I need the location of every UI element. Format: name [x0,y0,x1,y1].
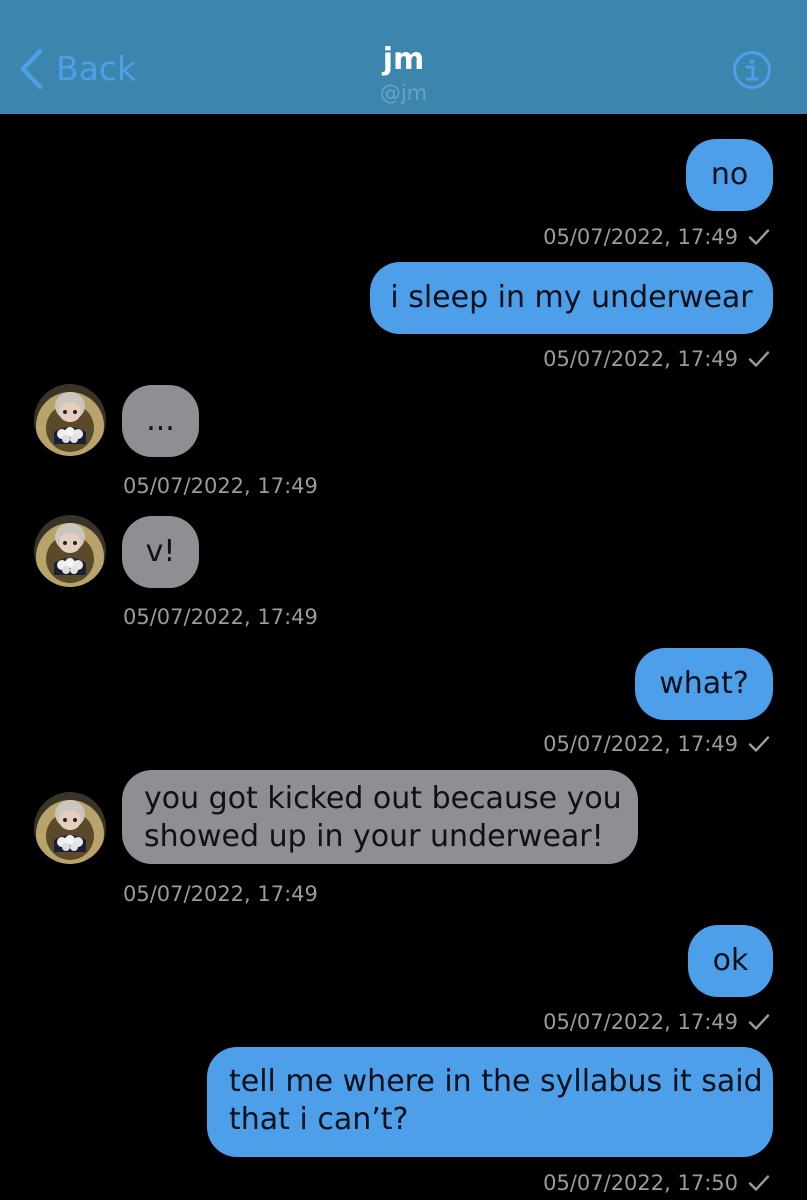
message-text-line: you got kicked out because you [144,781,622,816]
outgoing-message-bubble[interactable]: ok [688,925,773,997]
message-timestamp: 05/07/2022, 17:49 [123,605,318,629]
message-text-line: that i can’t? [229,1102,409,1137]
contact-handle: @jm [379,81,428,105]
message-timestamp: 05/07/2022, 17:50 [543,1170,770,1196]
message-timestamp: 05/07/2022, 17:49 [123,474,318,498]
message-text: ... [146,403,175,438]
info-circle-icon [732,50,772,90]
incoming-message-bubble[interactable]: you got kicked out because you showed up… [122,770,638,864]
checkmark-icon [748,350,770,368]
message-text: i sleep in my underwear [390,280,753,315]
outgoing-message-bubble[interactable]: no [686,139,773,211]
outgoing-message-bubble[interactable]: tell me where in the syllabus it said th… [207,1047,773,1157]
message-timestamp: 05/07/2022, 17:49 [123,882,318,906]
message-timestamp: 05/07/2022, 17:49 [543,731,770,757]
avatar[interactable] [34,792,106,864]
message-timestamp: 05/07/2022, 17:49 [543,224,770,250]
checkmark-icon [748,228,770,246]
conversation-title-block: jm @jm [0,40,807,106]
incoming-message-bubble[interactable]: v! [122,516,199,588]
checkmark-icon [748,1013,770,1031]
message-text: ok [712,943,749,978]
chat-header: Back jm @jm [0,0,807,114]
message-text: what? [659,666,749,701]
outgoing-message-bubble[interactable]: i sleep in my underwear [370,262,773,334]
checkmark-icon [748,735,770,753]
avatar[interactable] [34,384,106,456]
info-button[interactable] [732,50,772,90]
message-text: v! [145,534,176,569]
checkmark-icon [748,1174,770,1192]
incoming-message-bubble[interactable]: ... [122,385,199,457]
contact-name: jm [382,42,425,77]
avatar[interactable] [34,515,106,587]
message-timestamp: 05/07/2022, 17:49 [543,346,770,372]
message-text-line: showed up in your underwear! [144,819,604,854]
message-timestamp: 05/07/2022, 17:49 [543,1009,770,1035]
message-text-line: tell me where in the syllabus it said [229,1064,763,1099]
outgoing-message-bubble[interactable]: what? [635,648,773,720]
message-text: no [710,157,749,192]
